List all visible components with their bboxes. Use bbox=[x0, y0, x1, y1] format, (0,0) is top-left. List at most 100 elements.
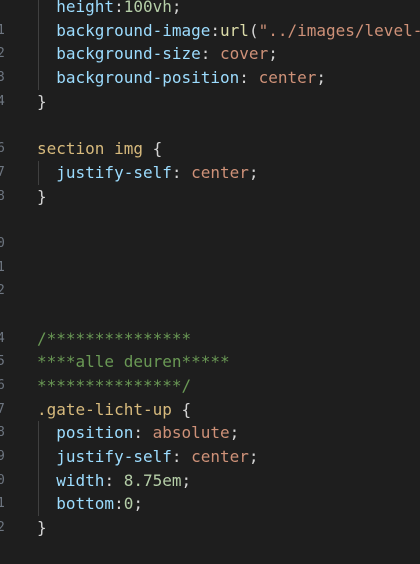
code-line[interactable]: height:100vh; bbox=[0, 0, 420, 19]
token-punct: ; bbox=[248, 162, 259, 182]
code-text: background-size: cover; bbox=[37, 42, 278, 66]
token-punct: ; bbox=[248, 447, 259, 467]
code-line[interactable]: 6 ***************/ bbox=[0, 374, 420, 398]
token-num: 100vh bbox=[123, 0, 172, 16]
token-punct: ; bbox=[171, 0, 182, 16]
line-number: 3 bbox=[0, 70, 5, 86]
token-sel: .gate-licht-up bbox=[37, 399, 182, 419]
token-comment: /*************** bbox=[37, 328, 192, 348]
code-text: justify-self: center; bbox=[37, 161, 259, 185]
line-number: 4 bbox=[0, 93, 5, 109]
code-line[interactable]: 4} bbox=[0, 90, 420, 114]
code-line[interactable]: 7 .gate-licht-up { bbox=[0, 398, 420, 422]
code-text: } bbox=[37, 516, 47, 540]
line-number: 2 bbox=[0, 46, 5, 62]
token-sel: section img bbox=[37, 139, 153, 159]
token-str: "../images/level- bbox=[258, 20, 420, 40]
code-text: /*************** bbox=[37, 327, 191, 351]
token-comment: ***************/ bbox=[37, 376, 192, 395]
code-text: height:100vh; bbox=[37, 0, 182, 19]
code-line[interactable]: 2} bbox=[0, 516, 420, 540]
line-number: 2 bbox=[0, 283, 5, 299]
token-prop: background-image bbox=[56, 20, 211, 40]
token-val: cover bbox=[220, 44, 269, 64]
code-line[interactable]: 0 bbox=[0, 232, 420, 256]
code-line[interactable]: 1 bbox=[0, 256, 420, 280]
token-val: center bbox=[258, 68, 317, 88]
code-line[interactable]: 0 width: 8.75em; bbox=[0, 468, 420, 493]
token-val: center bbox=[191, 447, 249, 467]
token-val: absolute bbox=[152, 423, 230, 443]
code-line[interactable] bbox=[0, 113, 420, 137]
code-line[interactable]: 8} bbox=[0, 185, 420, 209]
line-number: 0 bbox=[0, 235, 5, 251]
token-fn: url bbox=[220, 20, 249, 40]
token-prop: justify-self bbox=[56, 162, 172, 182]
token-punct: : bbox=[210, 20, 221, 40]
code-line[interactable]: 2 bbox=[0, 279, 420, 303]
code-text: section img { bbox=[37, 137, 162, 161]
code-line[interactable]: 1 bottom:0; bbox=[0, 492, 420, 517]
token-prop: width bbox=[56, 470, 105, 490]
token-prop: justify-self bbox=[56, 447, 172, 467]
code-line[interactable]: 6 section img { bbox=[0, 137, 420, 161]
code-editor[interactable]: height:100vh; 1 background-image:url("../… bbox=[0, 0, 420, 564]
token-punct: : bbox=[133, 423, 153, 443]
code-line[interactable]: 9 justify-self: center; bbox=[0, 445, 420, 469]
code-line[interactable]: 4 /*************** bbox=[0, 327, 420, 351]
code-line[interactable]: 2 background-size: cover; bbox=[0, 42, 420, 67]
line-number: 1 bbox=[0, 22, 5, 38]
code-text: } bbox=[37, 185, 47, 209]
token-punct: ; bbox=[229, 423, 240, 443]
token-comment: ****alle deuren***** bbox=[37, 352, 230, 372]
code-text: ****alle deuren***** bbox=[37, 350, 230, 374]
code-text: background-image:url("../images/level- bbox=[37, 19, 420, 43]
token-punct: : bbox=[114, 494, 124, 514]
code-text: background-position: center; bbox=[37, 66, 326, 90]
token-punct: } bbox=[37, 186, 47, 206]
token-prop: bottom bbox=[56, 494, 115, 514]
token-punct: : bbox=[200, 44, 221, 64]
token-punct: : bbox=[114, 0, 124, 16]
code-line[interactable] bbox=[0, 540, 420, 564]
line-number: 1 bbox=[0, 259, 5, 275]
token-punct: : bbox=[239, 68, 259, 88]
code-line[interactable]: 8 position: absolute; bbox=[0, 421, 420, 446]
token-punct: ; bbox=[181, 470, 192, 490]
token-prop: height bbox=[56, 0, 115, 16]
code-text: position: absolute; bbox=[37, 421, 239, 445]
line-number: 6 bbox=[0, 141, 5, 157]
line-number: 5 bbox=[0, 354, 5, 370]
code-text: bottom:0; bbox=[37, 492, 143, 516]
code-line[interactable] bbox=[0, 303, 420, 327]
token-punct: ( bbox=[248, 20, 259, 40]
token-punct: : bbox=[171, 162, 192, 182]
line-number: 7 bbox=[0, 164, 5, 180]
line-number: 2 bbox=[0, 520, 5, 536]
token-punct: } bbox=[37, 91, 47, 111]
line-number: 4 bbox=[0, 330, 5, 346]
code-text: justify-self: center; bbox=[37, 445, 259, 469]
token-val: center bbox=[191, 162, 249, 182]
line-number: 6 bbox=[0, 378, 5, 393]
code-line[interactable]: 3 background-position: center; bbox=[0, 66, 420, 90]
code-line[interactable]: 1 background-image:url("../images/level- bbox=[0, 18, 420, 43]
code-line[interactable] bbox=[0, 208, 420, 232]
token-punct: } bbox=[37, 518, 47, 538]
token-punct: : bbox=[104, 470, 124, 490]
code-line[interactable]: 7 justify-self: center; bbox=[0, 160, 420, 185]
code-text: .gate-licht-up { bbox=[37, 398, 191, 422]
line-number: 7 bbox=[0, 401, 5, 417]
token-punct: { bbox=[152, 139, 163, 159]
line-number: 8 bbox=[0, 188, 5, 204]
token-prop: position bbox=[56, 423, 134, 443]
code-line[interactable]: 5 ****alle deuren***** bbox=[0, 350, 420, 374]
line-number: 1 bbox=[0, 496, 5, 512]
